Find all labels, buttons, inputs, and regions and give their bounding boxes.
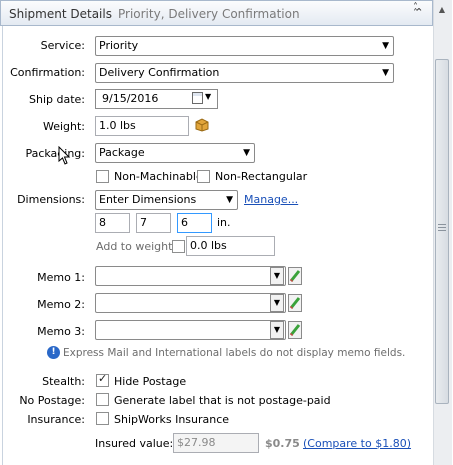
calendar-icon[interactable] [192, 92, 203, 104]
non-machinable-label: Non-Machinable [114, 170, 203, 183]
width-value: 7 [140, 216, 147, 229]
stealth-label: Stealth: [42, 375, 85, 388]
chevron-down-icon: ▼ [243, 148, 250, 158]
manage-dimensions-link[interactable]: Manage... [244, 193, 298, 206]
chevron-down-icon: ▼ [382, 41, 389, 51]
packaging-dropdown[interactable]: Package ▼ [95, 143, 255, 163]
height-value: 6 [181, 216, 188, 229]
info-icon: ! [47, 346, 60, 359]
hide-postage-label: Hide Postage [114, 375, 187, 388]
panel-title: Shipment Details Priority, Delivery Confi… [9, 7, 300, 21]
ship-date-value: 9/15/2016 [102, 92, 159, 105]
no-postage-checkbox[interactable] [96, 393, 109, 406]
memo-note: Express Mail and International labels do… [63, 347, 406, 359]
service-label: Service: [40, 39, 85, 52]
add-weight-input[interactable]: 0.0 lbs [186, 236, 275, 256]
scale-weight-icon[interactable] [195, 117, 209, 132]
chevron-down-icon[interactable]: ▼ [270, 321, 284, 339]
scroll-up-arrow-icon[interactable]: ▲ [434, 2, 450, 18]
chevron-down-icon: ▼ [382, 68, 389, 78]
insurance-cost: $0.75 [265, 437, 300, 450]
mouse-cursor-icon [58, 145, 72, 166]
memo-3-input[interactable] [95, 320, 286, 340]
compare-insurance-link[interactable]: (Compare to $1.80) [303, 437, 411, 450]
scroll-thumb[interactable] [435, 59, 449, 404]
insurance-option-label: ShipWorks Insurance [114, 413, 230, 426]
confirmation-value: Delivery Confirmation [99, 66, 220, 79]
add-to-weight-label: Add to weight [96, 240, 173, 253]
edit-pencil-icon[interactable] [288, 267, 302, 285]
length-input[interactable]: 8 [95, 213, 130, 233]
double-chevron-up-icon: ˄ ˄ [413, 2, 418, 19]
non-machinable-checkbox[interactable] [96, 170, 109, 183]
memo-3-label: Memo 3: [37, 325, 85, 338]
dimensions-dropdown[interactable]: Enter Dimensions ▼ [95, 190, 238, 210]
add-to-weight-checkbox[interactable] [172, 240, 185, 253]
insurance-label: Insurance: [27, 413, 85, 426]
memo-1-input[interactable] [95, 266, 286, 286]
panel-header[interactable]: Shipment Details Priority, Delivery Confi… [0, 0, 433, 26]
panel-subtitle: Priority, Delivery Confirmation [117, 7, 300, 21]
non-rectangular-checkbox[interactable] [197, 170, 210, 183]
insured-value-label: Insured value: [95, 437, 174, 450]
packaging-label: Packaging: [25, 147, 85, 160]
insured-value-amount: $27.98 [177, 436, 216, 449]
weight-value: 1.0 lbs [99, 119, 136, 132]
panel-title-text: Shipment Details [9, 7, 112, 21]
height-input[interactable]: 6 [177, 213, 212, 233]
dimensions-value: Enter Dimensions [99, 193, 197, 206]
width-input[interactable]: 7 [136, 213, 171, 233]
service-dropdown[interactable]: Priority ▼ [95, 36, 394, 56]
service-value: Priority [99, 39, 139, 52]
chevron-down-icon: ▼ [226, 195, 233, 205]
memo-2-label: Memo 2: [37, 298, 85, 311]
weight-input[interactable]: 1.0 lbs [95, 116, 189, 136]
hide-postage-checkbox[interactable] [96, 372, 109, 387]
no-postage-label: No Postage: [19, 394, 85, 407]
dimensions-label: Dimensions: [17, 193, 85, 206]
confirmation-dropdown[interactable]: Delivery Confirmation ▼ [95, 63, 394, 83]
ship-date-label: Ship date: [29, 93, 85, 106]
length-value: 8 [99, 216, 106, 229]
confirmation-label: Confirmation: [10, 66, 85, 79]
chevron-down-icon[interactable]: ▼ [270, 294, 284, 312]
scroll-grip-icon [438, 224, 446, 231]
insured-value-input[interactable]: $27.98 [173, 433, 259, 453]
dimensions-unit: in. [217, 216, 231, 229]
no-postage-option-label: Generate label that is not postage-paid [114, 394, 331, 407]
insurance-checkbox[interactable] [96, 412, 109, 425]
chevron-down-icon[interactable]: ▼ [270, 267, 284, 285]
edit-pencil-icon[interactable] [288, 321, 302, 339]
packaging-value: Package [99, 146, 145, 159]
weight-label: Weight: [42, 120, 85, 133]
non-rectangular-label: Non-Rectangular [215, 170, 308, 183]
add-weight-value: 0.0 lbs [190, 239, 227, 252]
panel-left-border [2, 26, 3, 465]
chevron-down-icon[interactable]: ▼ [205, 92, 211, 101]
memo-1-label: Memo 1: [37, 271, 85, 284]
memo-2-input[interactable] [95, 293, 286, 313]
edit-pencil-icon[interactable] [288, 294, 302, 312]
